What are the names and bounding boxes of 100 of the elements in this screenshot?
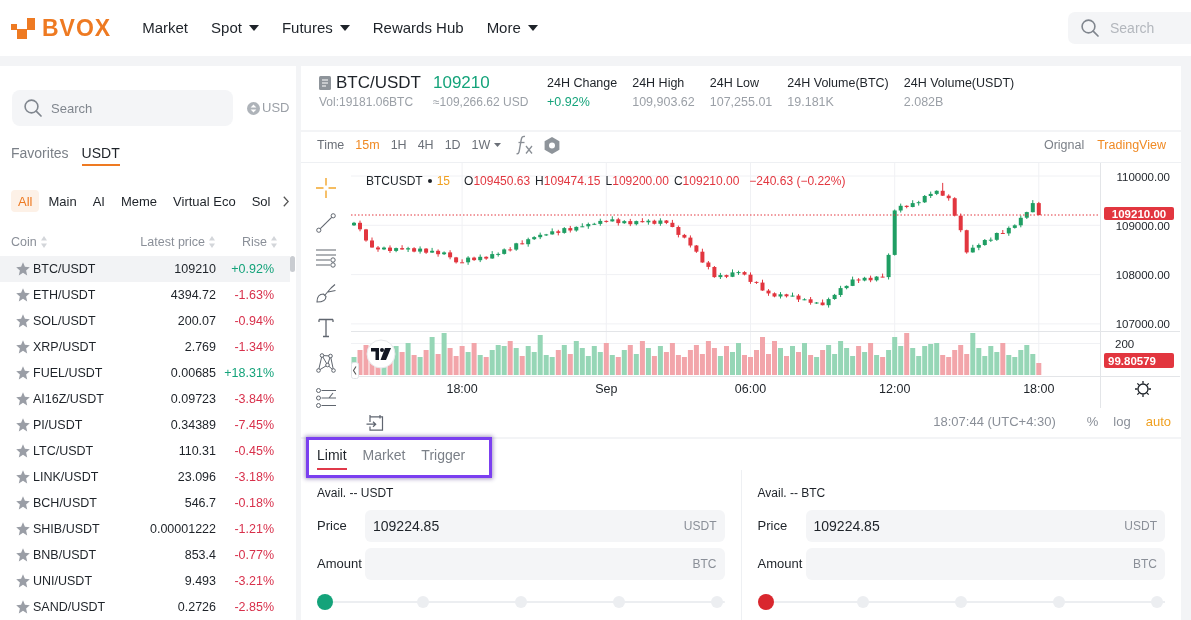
interval-tab[interactable]: 4H (417, 137, 434, 153)
list-tab[interactable]: USDT (81, 145, 120, 166)
candlestick (358, 220, 362, 232)
search-field[interactable]: Search (12, 90, 233, 126)
text-tool-icon[interactable] (316, 318, 336, 338)
nav-link[interactable]: Spot (211, 19, 259, 37)
star-icon[interactable] (16, 470, 30, 484)
time-axis-label: 18:00 (446, 382, 478, 396)
separator-dot-icon (427, 179, 432, 183)
nav-link[interactable]: Rewards Hub (372, 19, 464, 37)
legend-value: C109210.00 (673, 173, 740, 189)
stat-value: 2.082B (903, 94, 945, 111)
market-row[interactable]: PI/USDT 0.34389 -7.45% (0, 412, 290, 438)
market-row[interactable]: UNI/USDT 9.493 -3.21% (0, 568, 290, 594)
scale-option[interactable]: % (1086, 414, 1099, 430)
star-icon[interactable] (16, 522, 30, 536)
market-row[interactable]: LINK/USDT 23.096 -3.18% (0, 464, 290, 490)
search-icon (1081, 19, 1099, 37)
slider-lines-icon[interactable] (316, 388, 336, 408)
slider-thumb[interactable] (757, 594, 774, 610)
search-field[interactable]: Search (1068, 12, 1191, 44)
interval-tab[interactable]: 1D (444, 137, 461, 153)
change-text: -3.18% (234, 470, 274, 484)
star-icon[interactable] (16, 600, 30, 614)
calendar-arrow-icon[interactable] (366, 413, 384, 431)
volume-text: Vol:19181.06BTC (319, 94, 415, 111)
list-tab[interactable]: Favorites (11, 145, 69, 166)
legend-value: O109450.63 (464, 173, 531, 189)
stat-label: 24H Change (547, 75, 618, 92)
brush-icon[interactable] (316, 283, 336, 303)
nav-link[interactable]: Market (142, 19, 189, 37)
nav-link[interactable]: Futures (281, 19, 350, 37)
collapse-button[interactable] (351, 362, 359, 379)
order-type-tab[interactable]: Trigger (421, 445, 466, 470)
star-icon[interactable] (16, 574, 30, 588)
available-balance: Avail. -- BTC (757, 485, 827, 501)
price-text: 0.00685 (170, 366, 216, 380)
market-row[interactable]: BNB/USDT 853.4 -0.77% (0, 542, 290, 568)
star-icon[interactable] (16, 340, 30, 354)
chevron-right-icon[interactable] (282, 195, 289, 207)
legend-value: L109200.00 (605, 173, 669, 189)
scrollbar-thumb[interactable] (290, 256, 295, 272)
hexagon-icon[interactable] (544, 136, 561, 154)
unit-label: USDT (1124, 518, 1157, 534)
slider-thumb[interactable] (317, 594, 333, 610)
time-axis-label: 12:00 (879, 382, 911, 396)
market-row[interactable]: XRP/USDT 2.769 -1.34% (0, 334, 290, 360)
document-icon (319, 76, 331, 90)
nav-link[interactable]: More (486, 19, 538, 37)
category-tab[interactable]: Virtual Eco (166, 190, 243, 212)
star-icon[interactable] (16, 314, 30, 328)
market-row[interactable]: SAND/USDT 0.2726 -2.85% (0, 594, 290, 620)
market-row[interactable]: FUEL/USDT 0.00685 +18.31% (0, 360, 290, 386)
price-text: 200.07 (177, 314, 216, 328)
parallel-lines-icon[interactable] (316, 248, 336, 268)
category-tab[interactable]: AI (85, 190, 112, 212)
line-tool-icon[interactable] (316, 213, 336, 233)
order-type-tab[interactable]: Limit (317, 445, 347, 470)
category-tab[interactable]: Meme (113, 190, 165, 212)
star-icon[interactable] (16, 262, 30, 276)
market-row[interactable]: LTC/USDT 110.31 -0.45% (0, 438, 290, 464)
market-row[interactable]: SOL/USDT 200.07 -0.94% (0, 308, 290, 334)
settings-icon[interactable] (1134, 380, 1152, 398)
market-row[interactable]: SHIB/USDT 0.00001222 -1.21% (0, 516, 290, 542)
change-text: -3.21% (234, 574, 274, 588)
pair-name: AI16Z/USDT (33, 392, 104, 406)
pair-name: ETH/USDT (33, 288, 96, 302)
view-tab[interactable]: Orignal (1043, 137, 1085, 153)
star-icon[interactable] (16, 444, 30, 458)
category-tab[interactable]: Main (41, 190, 84, 212)
star-icon[interactable] (16, 392, 30, 406)
star-icon[interactable] (16, 496, 30, 510)
star-icon[interactable] (16, 548, 30, 562)
price-text: 109210 (174, 262, 216, 276)
node-lines-icon[interactable] (316, 353, 336, 373)
candlestick (364, 228, 368, 243)
function-icon[interactable] (516, 135, 534, 155)
star-icon[interactable] (16, 366, 30, 380)
order-type-tab[interactable]: Market (362, 445, 406, 470)
stat-label: 24H Low (709, 75, 761, 92)
price-text: 4394.72 (170, 288, 216, 302)
pair-name: LTC/USDT (33, 444, 94, 458)
candlestick (376, 245, 380, 253)
stat-value: 107,255.01 (709, 94, 773, 111)
change-text: -1.34% (234, 340, 274, 354)
crosshair-icon[interactable] (316, 178, 336, 198)
category-tab[interactable]: Sol (244, 190, 278, 212)
market-row[interactable]: ETH/USDT 4394.72 -1.63% (0, 282, 290, 308)
candlestick (388, 244, 392, 254)
star-icon[interactable] (16, 288, 30, 302)
pair-name: FUEL/USDT (33, 366, 103, 380)
market-row[interactable]: AI16Z/USDT 0.09723 -3.84% (0, 386, 290, 412)
interval-tab[interactable]: 1W (471, 137, 502, 153)
chart-logo-icon[interactable] (366, 339, 396, 369)
market-row[interactable]: BTC/USDT 109210 +0.92% (0, 256, 290, 282)
star-icon[interactable] (16, 418, 30, 432)
market-row[interactable]: BCH/USDT 546.7 -0.18% (0, 490, 290, 516)
pair-name: LINK/USDT (33, 470, 99, 484)
interval-tab[interactable]: 1H (390, 137, 407, 153)
last-price: 109210 (433, 73, 491, 93)
